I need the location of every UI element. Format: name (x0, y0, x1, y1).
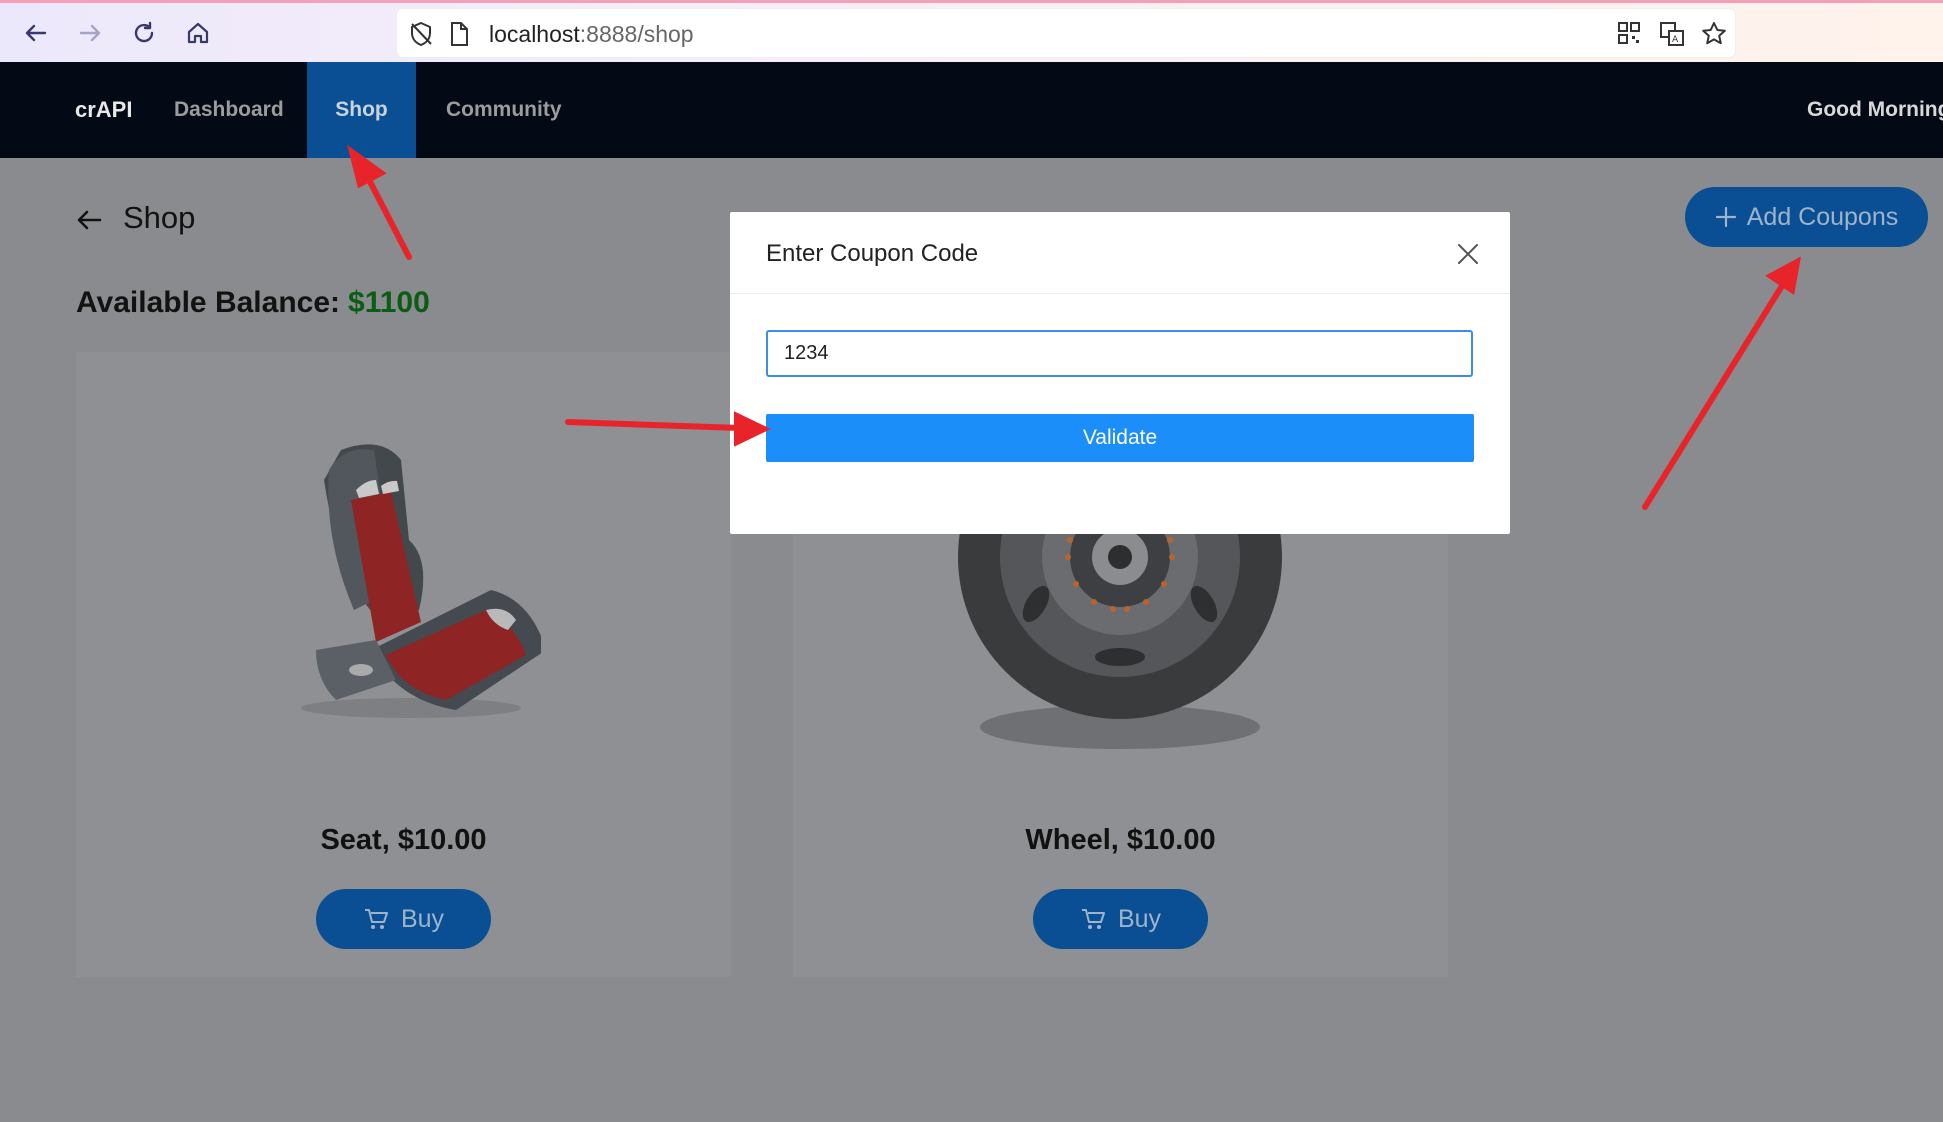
translate-icon[interactable]: A (1659, 21, 1685, 47)
tracking-shield-icon[interactable] (408, 21, 434, 47)
greeting-text[interactable]: Good Morning (1807, 62, 1943, 158)
plus-icon (1715, 206, 1736, 228)
buy-button-seat[interactable]: Buy (316, 889, 491, 949)
nav-dashboard[interactable]: Dashboard (174, 62, 284, 158)
annotation-arrowhead-add-coupons (1765, 256, 1802, 296)
coupon-code-input[interactable] (766, 330, 1473, 377)
product-name: Seat, $10.00 (320, 824, 487, 856)
svg-text:A: A (1672, 35, 1679, 45)
browser-toolbar: localhost:8888/shop A (0, 0, 1943, 62)
annotation-arrow-add-coupons (1642, 278, 1788, 510)
add-coupons-label: Add Coupons (1746, 202, 1899, 231)
page-icon (451, 22, 468, 46)
nav-shop[interactable]: Shop (307, 62, 416, 158)
seat-image (301, 444, 541, 718)
url-text: localhost:8888/shop (489, 21, 694, 47)
modal-title: Enter Coupon Code (766, 240, 979, 267)
qr-code-icon[interactable] (1617, 21, 1641, 45)
balance-value: $1100 (348, 286, 430, 319)
forward-icon[interactable] (70, 13, 110, 53)
buy-label: Buy (400, 904, 445, 933)
page-title: Shop (123, 200, 196, 235)
bookmark-star-icon[interactable] (1701, 21, 1727, 47)
address-bar[interactable]: localhost:8888/shop A (397, 9, 1735, 57)
modal-header: Enter Coupon Code (730, 212, 1510, 294)
balance-label: Available Balance: (76, 286, 341, 319)
annotation-arrow-shop (361, 167, 412, 260)
available-balance: Available Balance: $1100 (76, 286, 430, 320)
app-navbar: crAPI Dashboard Shop Community Good Morn… (0, 62, 1943, 158)
wheel-image (958, 512, 1282, 749)
buy-label: Buy (1117, 904, 1162, 933)
product-card-seat: Seat, $10.00 Buy (76, 352, 731, 977)
validate-button[interactable]: Validate (766, 414, 1474, 462)
coupon-modal: Enter Coupon Code Validate (730, 212, 1510, 534)
back-arrow-icon[interactable] (74, 205, 104, 235)
back-icon[interactable] (16, 13, 56, 53)
brand-logo[interactable]: crAPI (75, 62, 132, 158)
add-coupons-button[interactable]: Add Coupons (1685, 187, 1928, 247)
home-icon[interactable] (178, 13, 218, 53)
cart-icon (364, 909, 388, 929)
cart-icon (1081, 909, 1105, 929)
close-icon[interactable] (1456, 242, 1480, 266)
product-name: Wheel, $10.00 (1025, 824, 1216, 856)
buy-button-wheel[interactable]: Buy (1033, 889, 1208, 949)
nav-community[interactable]: Community (446, 62, 562, 158)
reload-icon[interactable] (124, 13, 164, 53)
